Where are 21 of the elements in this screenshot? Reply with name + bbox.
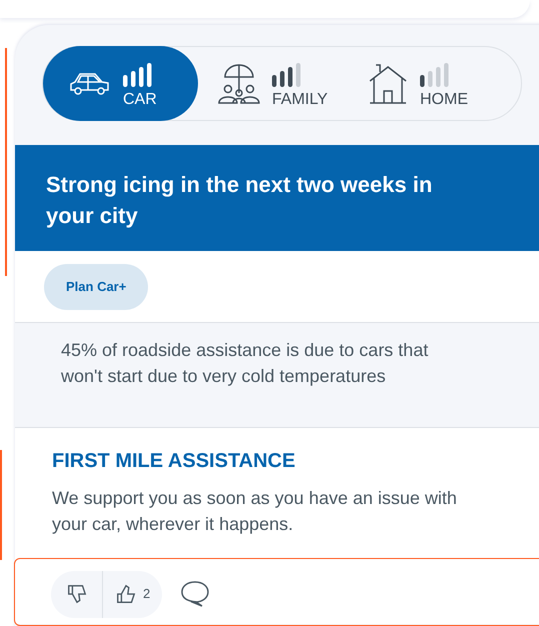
- service-title: FIRST MILE ASSISTANCE: [52, 449, 296, 474]
- family-umbrella-icon: [218, 62, 260, 104]
- speech-bubble-icon: [180, 580, 210, 608]
- signal-bars-icon: [272, 62, 302, 86]
- house-icon: [368, 62, 408, 104]
- thumbs-down-icon: [66, 583, 88, 605]
- like-button[interactable]: 2: [103, 570, 162, 618]
- category-tab[interactable]: CAR: [43, 46, 198, 121]
- category-label: HOME: [420, 90, 468, 108]
- alert-title: Strong icing in the next two weeks in your city: [46, 171, 434, 230]
- category-tab[interactable]: HOME: [348, 46, 498, 121]
- plan-tag: Plan Car+: [44, 264, 148, 310]
- category-label: FAMILY: [272, 90, 328, 108]
- thumbs-up-icon: [115, 583, 137, 605]
- signal-bars-icon: [420, 62, 450, 86]
- category-tab[interactable]: FAMILY: [198, 46, 348, 121]
- comment-button[interactable]: [180, 580, 210, 608]
- category-label: CAR: [123, 90, 157, 108]
- service-description: We support you as soon as you have an issue with your car, wherever it happens.: [52, 487, 458, 536]
- fact-text: 45% of roadside assistance is due to cars that won't start due to very cold temperatures: [61, 339, 430, 388]
- signal-bars-icon: [123, 62, 153, 86]
